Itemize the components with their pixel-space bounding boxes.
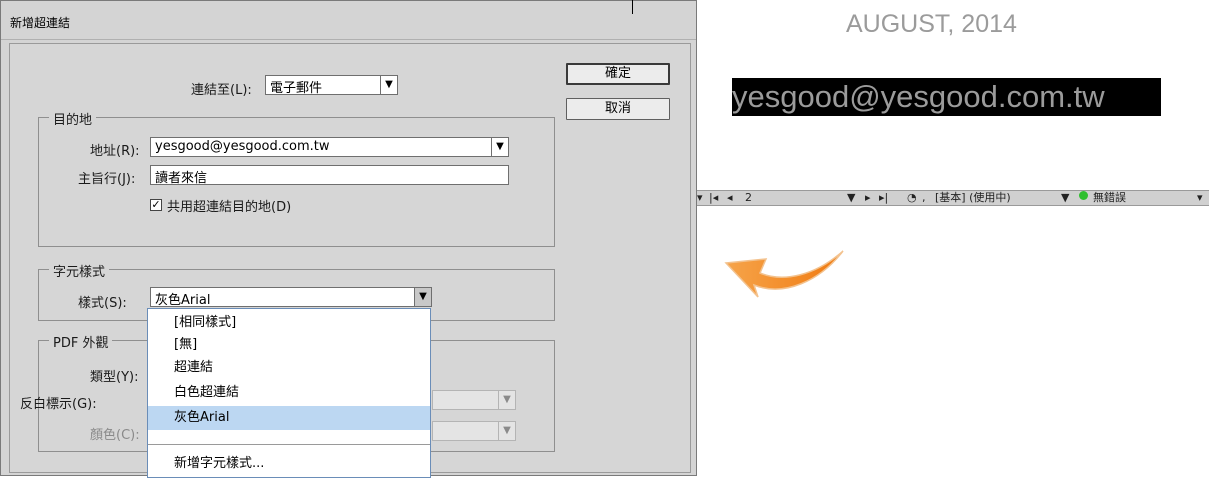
dropdown-separator — [148, 444, 430, 445]
dropdown-option[interactable]: 超連結 — [148, 356, 430, 380]
chevron-down-icon: ▼ — [498, 391, 515, 409]
cancel-button[interactable]: 取消 — [566, 98, 670, 120]
first-page-icon[interactable]: |◂ — [709, 191, 718, 204]
subject-input[interactable]: 讀者來信 — [150, 165, 509, 185]
chevron-down-icon[interactable]: ▼ — [491, 138, 508, 156]
page-dropdown-icon[interactable]: ▼ — [847, 191, 855, 204]
link-to-select[interactable]: 電子郵件 ▼ — [265, 75, 398, 95]
dropdown-option[interactable]: [無] — [148, 333, 430, 357]
chevron-down-icon[interactable]: ▾ — [697, 191, 703, 204]
dropdown-option-selected[interactable]: 灰色Arial — [148, 406, 430, 430]
style-label: 樣式(S): — [78, 296, 127, 311]
address-value: yesgood@yesgood.com.tw — [155, 139, 330, 154]
dropdown-option[interactable]: [相同樣式] — [148, 311, 430, 335]
link-to-value: 電子郵件 — [270, 81, 323, 95]
chevron-down-icon[interactable]: ▼ — [414, 288, 431, 306]
refresh-icon[interactable]: ◔ — [907, 191, 917, 204]
style-dropdown-icon[interactable]: ▼ — [1061, 191, 1069, 204]
chevron-down-icon: ▼ — [498, 422, 515, 440]
style-status[interactable]: [基本] (使用中) — [935, 191, 1011, 204]
style-value: 灰色Arial — [155, 293, 211, 307]
pdf-appearance-group-title: PDF 外觀 — [49, 332, 113, 351]
address-combobox[interactable]: yesgood@yesgood.com.tw ▼ — [150, 137, 509, 157]
highlight-label: 反白標示(G): — [20, 397, 97, 412]
ok-button[interactable]: 確定 — [566, 63, 670, 85]
char-style-group-title: 字元樣式 — [49, 261, 110, 280]
page-number[interactable]: 2 — [745, 191, 752, 204]
last-page-icon[interactable]: ▸| — [879, 191, 888, 204]
new-char-style-option[interactable]: 新增字元樣式... — [148, 452, 430, 476]
dialog-title: 新增超連結 — [10, 16, 71, 30]
comma-separator: , — [922, 191, 926, 204]
color-label: 顏色(C): — [90, 428, 140, 443]
style-dropdown-list[interactable]: [相同樣式] [無] 超連結 白色超連結 灰色Arial 新增字元樣式... — [147, 308, 431, 478]
address-label: 地址(R): — [90, 144, 140, 159]
date-text: AUGUST, 2014 — [846, 10, 1017, 38]
shared-destination-label: 共用超連結目的地(D) — [167, 200, 292, 215]
type-label: 類型(Y): — [90, 370, 139, 385]
link-to-label: 連結至(L): — [191, 83, 252, 98]
chevron-down-icon[interactable]: ▾ — [1197, 191, 1203, 204]
selected-email-text[interactable]: yesgood@yesgood.com.tw — [732, 78, 1161, 116]
chevron-down-icon: ▼ — [380, 76, 397, 94]
style-select[interactable]: 灰色Arial ▼ — [150, 287, 432, 307]
subject-label: 主旨行(J): — [78, 172, 136, 187]
dialog-titlebar[interactable]: 新增超連結 — [1, 1, 696, 40]
error-status[interactable]: 無錯誤 — [1093, 191, 1126, 204]
subject-value: 讀者來信 — [155, 171, 208, 185]
highlight-select[interactable]: ▼ — [432, 390, 516, 410]
color-select[interactable]: ▼ — [432, 421, 516, 441]
next-page-icon[interactable]: ▸ — [865, 191, 871, 204]
curved-arrow-icon — [724, 250, 844, 298]
prev-page-icon[interactable]: ◂ — [727, 191, 733, 204]
dropdown-option[interactable]: 白色超連結 — [148, 381, 430, 405]
page-edge-line — [632, 0, 633, 14]
shared-destination-checkbox[interactable]: ✓ — [150, 199, 162, 211]
status-bar: ▾ |◂ ◂ 2 ▼ ▸ ▸| ◔ , [基本] (使用中) ▼ 無錯誤 ▾ — [697, 190, 1209, 206]
destination-group-title: 目的地 — [49, 109, 97, 128]
